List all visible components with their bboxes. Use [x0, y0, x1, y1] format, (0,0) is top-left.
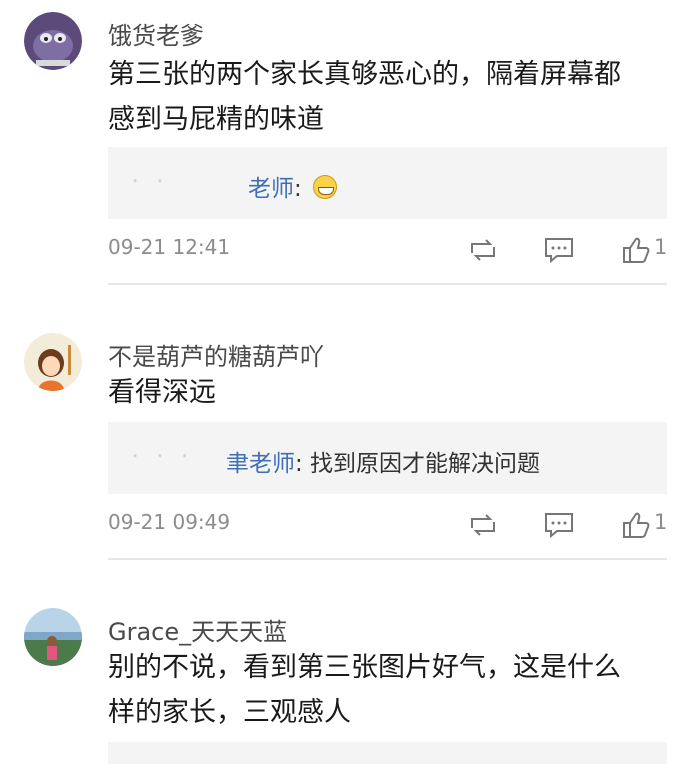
- redacted-name: · ·: [132, 169, 170, 193]
- reply-author[interactable]: 聿老师: [226, 451, 295, 477]
- like-count: 1: [654, 235, 668, 259]
- avatar[interactable]: [24, 333, 82, 391]
- comment-icon[interactable]: [542, 510, 576, 540]
- divider: [108, 558, 667, 560]
- reply-text: 聿老师: 找到原因才能解决问题: [226, 444, 540, 478]
- like-icon[interactable]: [620, 510, 654, 540]
- comment-meta: 09-21 12:41 1: [108, 235, 667, 265]
- comment-text-line: 感到马屁精的味道: [108, 104, 324, 135]
- comment-text-line: 样的家长，三观感人: [108, 697, 351, 728]
- username[interactable]: 不是葫芦的糖葫芦吖: [108, 337, 324, 372]
- reply-content: : 找到原因才能解决问题: [295, 451, 541, 477]
- comment-text-line: 别的不说，看到第三张图片好气，这是什么: [108, 652, 621, 683]
- comment-meta: 09-21 09:49 1: [108, 510, 667, 540]
- reply-box[interactable]: · · 老师:: [108, 147, 667, 219]
- username[interactable]: 饿货老爹: [108, 16, 204, 51]
- comment-text: 第三张的两个家长真够恶心的，隔着屏幕都 感到马屁精的味道: [108, 52, 668, 142]
- comment-text: 别的不说，看到第三张图片好气，这是什么 样的家长，三观感人: [108, 645, 668, 735]
- reply-box[interactable]: [108, 742, 667, 764]
- avatar[interactable]: [24, 608, 82, 666]
- redacted-name: · · ·: [132, 444, 194, 468]
- timestamp: 09-21 12:41: [108, 235, 231, 259]
- avatar[interactable]: [24, 12, 82, 70]
- username[interactable]: Grace_天天天蓝: [108, 612, 287, 647]
- reply-author[interactable]: 老师: [248, 176, 294, 202]
- comment-text-line: 第三张的两个家长真够恶心的，隔着屏幕都: [108, 59, 621, 90]
- grin-emoji-icon: [313, 175, 338, 199]
- like-icon[interactable]: [620, 235, 654, 265]
- comment-icon[interactable]: [542, 235, 576, 265]
- comment-text-line: 看得深远: [108, 377, 216, 408]
- comment-text: 看得深远: [108, 370, 668, 415]
- like-count: 1: [654, 510, 668, 534]
- repost-icon[interactable]: [466, 510, 500, 540]
- reply-content: :: [294, 176, 310, 202]
- repost-icon[interactable]: [466, 235, 500, 265]
- reply-box[interactable]: · · · 聿老师: 找到原因才能解决问题: [108, 422, 667, 494]
- divider: [108, 283, 667, 285]
- reply-text: 老师:: [248, 169, 338, 203]
- timestamp: 09-21 09:49: [108, 510, 231, 534]
